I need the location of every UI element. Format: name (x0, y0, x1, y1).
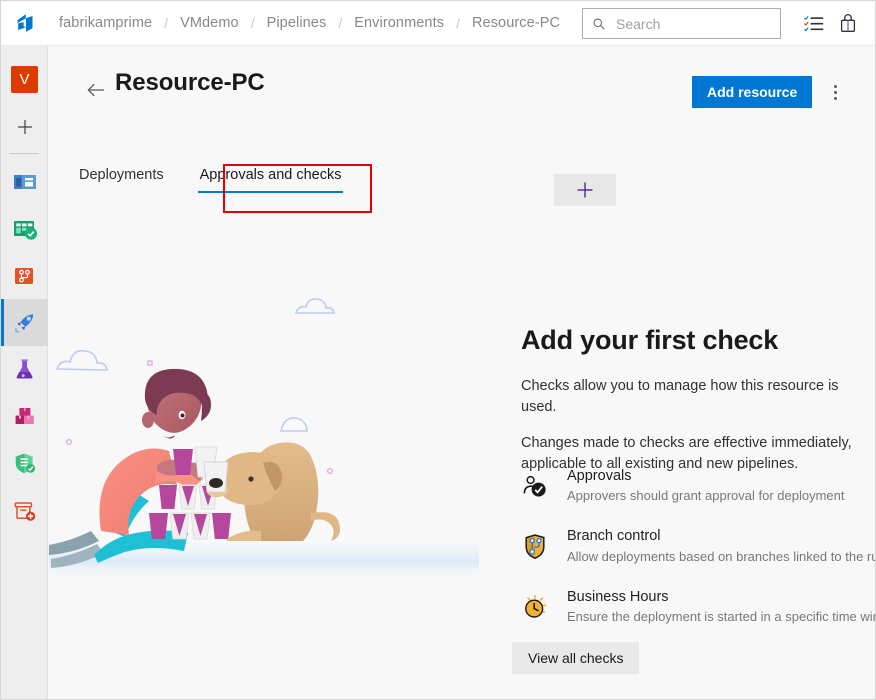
tab-deployments[interactable]: Deployments (77, 163, 166, 195)
security-icon (15, 453, 35, 473)
empty-state-illustration (49, 298, 479, 582)
plus-icon (17, 119, 32, 134)
more-options-icon[interactable] (822, 79, 848, 105)
top-navigation-bar: fabrikamprime / VMdemo / Pipelines / Env… (1, 1, 875, 46)
briefcase-icon[interactable] (837, 13, 859, 35)
artifacts-icon (15, 407, 34, 424)
add-extension-icon (14, 501, 35, 521)
breadcrumb-item-pipelines[interactable]: Pipelines (263, 13, 331, 33)
page-title: Resource-PC (115, 69, 265, 96)
create-new-button[interactable] (1, 103, 48, 150)
rail-divider (9, 153, 39, 154)
breadcrumb-item-project[interactable]: VMdemo (176, 13, 243, 33)
breadcrumb-separator: / (338, 15, 343, 31)
user-avatar[interactable]: V (1, 56, 48, 103)
check-title: Business Hours (567, 588, 669, 605)
azure-devops-window: fabrikamprime / VMdemo / Pipelines / Env… (0, 0, 876, 700)
pipelines-icon (14, 313, 33, 332)
left-navigation-rail: V (1, 46, 48, 699)
view-all-checks-button[interactable]: View all checks (512, 642, 640, 674)
breadcrumb-item-resource[interactable]: Resource-PC (468, 13, 564, 33)
search-box[interactable] (582, 8, 781, 39)
check-title: Branch control (567, 528, 661, 545)
suggested-checks-list: Approvals Approvers should grant approva… (521, 467, 876, 648)
breadcrumb: fabrikamprime / VMdemo / Pipelines / Env… (55, 1, 564, 45)
breadcrumb-separator: / (250, 15, 255, 31)
check-description: Allow deployments based on branches link… (567, 548, 876, 564)
search-icon (593, 18, 605, 30)
dot (833, 96, 837, 100)
add-check-button[interactable] (554, 174, 616, 206)
check-item-branch-control[interactable]: Branch control Allow deployments based o… (521, 527, 876, 564)
plus-icon (577, 182, 593, 198)
branch-control-icon (525, 534, 545, 560)
sidebar-item-artifacts[interactable] (1, 393, 48, 440)
check-item-approvals[interactable]: Approvals Approvers should grant approva… (521, 467, 875, 504)
dot (833, 84, 837, 88)
sidebar-item-security[interactable] (1, 440, 48, 487)
breadcrumb-item-environments[interactable]: Environments (350, 13, 448, 33)
sidebar-item-overview[interactable] (1, 158, 48, 205)
breadcrumb-item-organization[interactable]: fabrikamprime (55, 13, 156, 33)
avatar-initial: V (11, 66, 38, 93)
azure-devops-logo-icon[interactable] (1, 1, 48, 45)
empty-state-heading: Add your first check (521, 325, 779, 355)
empty-state-copy: Add your first check Checks allow you to… (521, 325, 875, 490)
business-hours-icon (525, 594, 547, 618)
test-plans-icon (16, 358, 32, 378)
search-input[interactable] (616, 15, 766, 32)
empty-state-paragraph-1: Checks allow you to manage how this reso… (521, 378, 839, 416)
tab-approvals-and-checks[interactable]: Approvals and checks (197, 163, 344, 195)
cup-on-snout (203, 461, 229, 493)
sidebar-item-test-plans[interactable] (1, 346, 48, 393)
breadcrumb-separator: / (456, 15, 460, 31)
check-description: Approvers should grant approval for depl… (567, 488, 845, 504)
main-content: Resource-PC Add resource Deployments App… (49, 47, 876, 699)
dot (833, 90, 837, 94)
check-description: Ensure the deployment is started in a sp… (567, 608, 876, 624)
check-item-business-hours[interactable]: Business Hours Ensure the deployment is … (521, 588, 876, 625)
tab-bar: Deployments Approvals and checks (77, 163, 375, 195)
overview-icon (13, 174, 36, 189)
add-resource-button[interactable]: Add resource (692, 76, 813, 108)
boards-icon (13, 220, 37, 240)
sidebar-item-add-extension[interactable] (1, 487, 48, 534)
approvals-icon (523, 475, 546, 497)
check-title: Approvals (567, 468, 632, 484)
tasks-icon[interactable] (803, 13, 825, 35)
repos-icon (14, 267, 33, 284)
back-arrow-icon[interactable] (85, 79, 107, 101)
sidebar-item-repos[interactable] (1, 252, 48, 299)
sidebar-item-boards[interactable] (1, 205, 48, 252)
sidebar-item-pipelines[interactable] (1, 299, 48, 346)
breadcrumb-separator: / (164, 15, 169, 31)
